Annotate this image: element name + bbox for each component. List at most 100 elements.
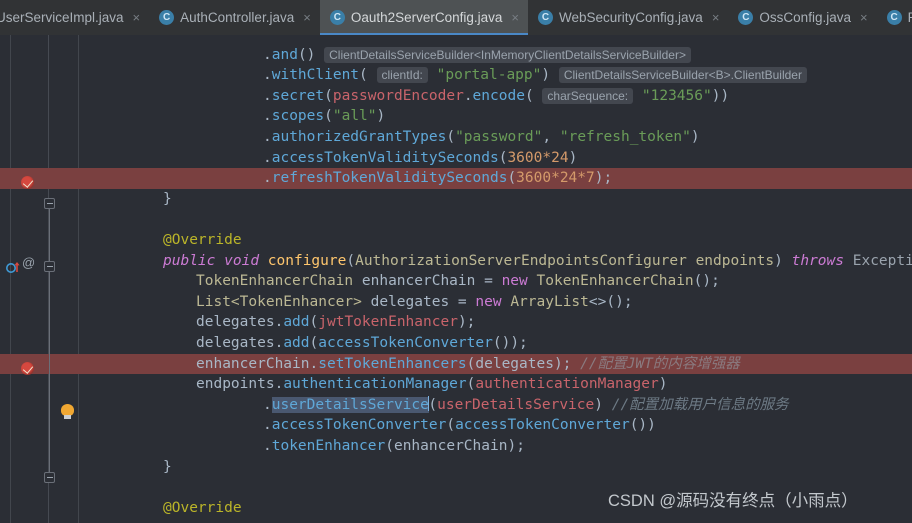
line-withclient[interactable]: .withClient( clientId: "portal-app") Cli… bbox=[0, 65, 912, 86]
code-token: ArrayList bbox=[510, 293, 589, 310]
code-token: "all" bbox=[332, 108, 377, 125]
line-configure-sig[interactable]: public void configure(AuthorizationServe… bbox=[0, 251, 912, 272]
code-token: endpoints bbox=[196, 376, 275, 393]
line-settokenenhancers[interactable]: enhancerChain.setTokenEnhancers(delegate… bbox=[0, 353, 912, 375]
editor-tab-authcontroller-java[interactable]: C AuthController.java × bbox=[149, 0, 320, 35]
code-token: . bbox=[274, 376, 284, 393]
line-delegates-decl[interactable]: List<TokenEnhancer> delegates = new Arra… bbox=[0, 292, 912, 313]
code-fold-icon[interactable] bbox=[44, 472, 55, 483]
editor-tab-ossconfig-java[interactable]: C OssConfig.java × bbox=[728, 0, 876, 35]
code-token: = bbox=[449, 293, 476, 310]
code-text: enhancerChain.setTokenEnhancers(delegate… bbox=[196, 354, 740, 375]
code-token: ( bbox=[309, 334, 319, 351]
editor-tab-label: WebSecurityConfig.java bbox=[559, 9, 703, 25]
code-token: ( bbox=[428, 396, 438, 413]
overriding-method-icon[interactable] bbox=[6, 260, 22, 274]
code-token: . bbox=[463, 87, 473, 104]
editor-tab-redisconf[interactable]: C RedisConf bbox=[877, 0, 912, 35]
line-closebrace-1[interactable]: } bbox=[0, 189, 912, 210]
annotation-icon[interactable]: @ bbox=[22, 255, 35, 270]
code-token: . bbox=[309, 355, 319, 372]
code-token: . bbox=[263, 87, 272, 104]
line-blank-1[interactable] bbox=[0, 209, 912, 230]
code-token: passwordEncoder bbox=[332, 87, 464, 104]
code-token: ) bbox=[594, 396, 612, 413]
code-token: . bbox=[274, 334, 284, 351]
java-class-icon: C bbox=[886, 10, 902, 25]
close-icon[interactable]: × bbox=[860, 11, 868, 24]
line-userdetailsservice[interactable]: .userDetailsService(userDetailsService) … bbox=[0, 395, 912, 416]
code-text: .tokenEnhancer(enhancerChain); bbox=[263, 436, 525, 457]
line-scopes[interactable]: .scopes("all") bbox=[0, 106, 912, 127]
code-editor[interactable]: .and() ClientDetailsServiceBuilder<InMem… bbox=[0, 35, 912, 523]
editor-tab-label: RedisConf bbox=[908, 11, 912, 25]
lightbulb-intention-icon[interactable] bbox=[61, 404, 74, 419]
code-token: (); bbox=[693, 273, 720, 290]
line-enhancerchain-decl[interactable]: TokenEnhancerChain enhancerChain = new T… bbox=[0, 271, 912, 292]
code-token: . bbox=[263, 170, 272, 187]
close-icon[interactable]: × bbox=[712, 11, 720, 24]
line-authenticationmanager[interactable]: endpoints.authenticationManager(authenti… bbox=[0, 374, 912, 395]
code-token: TokenEnhancerChain bbox=[196, 273, 354, 290]
code-comment: //配置加载用户信息的服务 bbox=[611, 396, 789, 413]
editor-tab-websecurityconfig-java[interactable]: C WebSecurityConfig.java × bbox=[528, 0, 728, 35]
java-class-icon: C bbox=[538, 10, 553, 25]
code-token: accessTokenConverter bbox=[271, 417, 447, 434]
code-token: authenticationManager bbox=[475, 376, 659, 393]
code-text: .and() ClientDetailsServiceBuilder<InMem… bbox=[263, 45, 691, 66]
close-icon[interactable]: × bbox=[133, 11, 141, 24]
editor-tab-userserviceimpl-java[interactable]: CUserServiceImpl.java× bbox=[0, 0, 149, 35]
code-token: . bbox=[274, 314, 284, 331]
code-text: @Override bbox=[163, 498, 242, 519]
code-token: add bbox=[283, 314, 310, 331]
code-token: enhancerChain bbox=[196, 355, 310, 372]
line-accesstokenvalidity[interactable]: .accessTokenValiditySeconds(3600*24) bbox=[0, 148, 912, 169]
code-token: delegates bbox=[196, 334, 275, 351]
code-token: . bbox=[263, 149, 272, 166]
csdn-watermark: CSDN @源码没有终点（小雨点） bbox=[608, 492, 858, 510]
breakpoint-verified-icon[interactable] bbox=[21, 176, 34, 189]
code-text: .withClient( clientId: "portal-app") Cli… bbox=[263, 65, 807, 86]
editor-tab-label: UserServiceImpl.java bbox=[0, 9, 124, 25]
line-add-converter[interactable]: delegates.add(accessTokenConverter()); bbox=[0, 333, 912, 354]
code-token: , bbox=[542, 128, 560, 145]
code-fold-icon[interactable] bbox=[44, 261, 55, 272]
line-add-jwt[interactable]: delegates.add(jwtTokenEnhancer); bbox=[0, 312, 912, 333]
line-override-1[interactable]: @Override bbox=[0, 230, 912, 251]
code-token: withClient bbox=[271, 67, 360, 84]
code-text: .scopes("all") bbox=[263, 106, 385, 127]
code-token: new bbox=[475, 293, 502, 310]
code-token: <>(); bbox=[588, 293, 633, 310]
code-token: . bbox=[263, 417, 272, 434]
line-tokenenhancer[interactable]: .tokenEnhancer(enhancerChain); bbox=[0, 436, 912, 457]
code-token: ( bbox=[385, 437, 394, 454]
code-token: delegates bbox=[196, 314, 275, 331]
code-token: void bbox=[224, 252, 260, 269]
line-accesstokenconverter[interactable]: .accessTokenConverter(accessTokenConvert… bbox=[0, 415, 912, 436]
close-icon[interactable]: × bbox=[511, 11, 519, 24]
line-and[interactable]: .and() ClientDetailsServiceBuilder<InMem… bbox=[0, 45, 912, 66]
breakpoint-verified-icon[interactable] bbox=[21, 362, 34, 375]
code-token: authorizedGrantTypes bbox=[271, 128, 447, 145]
editor-tab-bar[interactable]: C UserServiceImpl.java × C AuthController.ja… bbox=[0, 0, 912, 35]
code-token: ); bbox=[553, 355, 581, 372]
code-token: ); bbox=[507, 437, 525, 454]
code-token: ()); bbox=[492, 334, 528, 351]
line-refreshtokenvalidity[interactable]: .refreshTokenValiditySeconds(3600*24*7); bbox=[0, 168, 912, 189]
line-granttypes[interactable]: .authorizedGrantTypes("password", "refre… bbox=[0, 127, 912, 148]
code-token: ( bbox=[507, 170, 517, 187]
editor-tab-oauth2serverconfig-java[interactable]: C Oauth2ServerConfig.java × bbox=[319, 0, 529, 35]
code-token: ( bbox=[324, 87, 333, 104]
line-secret[interactable]: .secret(passwordEncoder.encode( charSequ… bbox=[0, 86, 912, 107]
code-token: delegates bbox=[370, 293, 450, 310]
code-token: ) bbox=[541, 67, 559, 84]
code-token: . bbox=[263, 437, 272, 454]
code-text: public void configure(AuthorizationServe… bbox=[163, 251, 912, 272]
line-closebrace-2[interactable]: } bbox=[0, 457, 912, 478]
code-token: ) bbox=[376, 108, 386, 125]
code-fold-icon[interactable] bbox=[44, 198, 55, 209]
close-icon[interactable]: × bbox=[303, 11, 311, 24]
code-token: )) bbox=[711, 87, 730, 104]
